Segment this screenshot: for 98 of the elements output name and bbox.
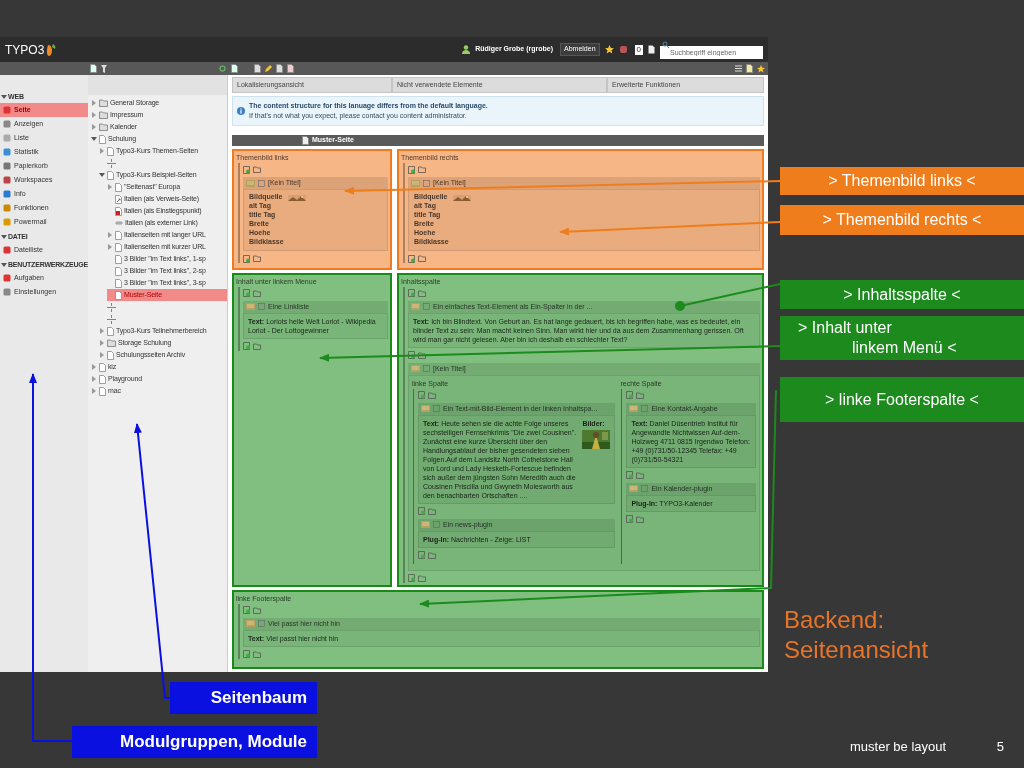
paste-icon[interactable] bbox=[418, 289, 426, 297]
paste-icon[interactable] bbox=[428, 391, 436, 399]
paste-icon[interactable] bbox=[418, 166, 426, 173]
page-icon bbox=[302, 136, 309, 145]
new-content-icon[interactable] bbox=[418, 551, 426, 560]
new-content-icon[interactable] bbox=[408, 289, 416, 298]
mountpoint-page-icon bbox=[115, 206, 122, 216]
document-icon[interactable] bbox=[648, 45, 655, 54]
visibility-icon bbox=[423, 303, 430, 311]
paste-icon[interactable] bbox=[636, 515, 645, 523]
slide-title: Backend: bbox=[783, 605, 886, 635]
document-icon bbox=[254, 64, 261, 73]
paste-icon[interactable] bbox=[253, 606, 261, 614]
new-content-icon[interactable] bbox=[243, 289, 251, 298]
callout-text: > Inhalt unter bbox=[797, 318, 893, 338]
element-type-icon bbox=[411, 179, 420, 187]
element-type-icon bbox=[411, 365, 420, 373]
new-content-icon[interactable] bbox=[243, 254, 251, 263]
visibility-icon bbox=[433, 405, 440, 413]
page-number: 5 bbox=[996, 737, 1004, 756]
user-icon bbox=[462, 45, 471, 54]
element-type-icon bbox=[246, 179, 255, 187]
paste-icon[interactable] bbox=[253, 166, 261, 173]
visibility-icon bbox=[433, 521, 440, 529]
element-type-icon bbox=[246, 620, 255, 628]
expand-icon[interactable] bbox=[1, 94, 7, 100]
callout-text: > Inhaltsspalte < bbox=[842, 284, 962, 305]
star-icon[interactable] bbox=[604, 45, 614, 54]
copy-icon bbox=[276, 64, 283, 73]
expand-icon[interactable] bbox=[91, 136, 97, 142]
star-icon[interactable] bbox=[757, 64, 765, 73]
new-content-icon[interactable] bbox=[408, 254, 416, 263]
info-icon bbox=[237, 107, 245, 115]
logo-text: TYPO3 bbox=[5, 41, 45, 59]
filter-icon[interactable] bbox=[101, 64, 107, 73]
paste-icon[interactable] bbox=[418, 351, 426, 359]
expand-icon[interactable] bbox=[1, 234, 7, 240]
visibility-icon bbox=[641, 485, 649, 493]
callout-text: > Themenbild rechts < bbox=[821, 210, 983, 230]
view-page-icon bbox=[231, 64, 238, 73]
new-content-icon[interactable] bbox=[243, 165, 251, 174]
shortcut-page-icon bbox=[115, 194, 122, 204]
element-type-icon bbox=[246, 303, 255, 311]
paste-icon[interactable] bbox=[253, 342, 261, 350]
link-icon bbox=[115, 220, 123, 226]
paste-icon[interactable] bbox=[636, 391, 645, 399]
search-icon bbox=[662, 40, 669, 48]
visibility-icon bbox=[258, 303, 265, 311]
new-content-icon[interactable] bbox=[408, 165, 416, 174]
callout-text: > linke Footerspalte < bbox=[824, 389, 980, 410]
new-content-icon[interactable] bbox=[243, 606, 251, 615]
callout-text: linkem Menü < bbox=[851, 338, 958, 358]
visibility-icon bbox=[258, 179, 265, 187]
element-type-icon bbox=[411, 303, 420, 311]
element-type-icon bbox=[629, 485, 639, 493]
refresh-icon[interactable] bbox=[219, 65, 226, 72]
element-type-icon bbox=[421, 405, 430, 413]
new-content-icon[interactable] bbox=[243, 342, 251, 351]
visibility-icon bbox=[641, 405, 649, 413]
paste-icon[interactable] bbox=[636, 471, 645, 479]
document-icon bbox=[746, 64, 753, 73]
new-content-icon[interactable] bbox=[626, 515, 635, 524]
paste-icon[interactable] bbox=[418, 255, 426, 262]
visibility-icon bbox=[423, 365, 430, 373]
new-content-icon[interactable] bbox=[408, 351, 416, 360]
new-page-icon bbox=[90, 64, 97, 73]
callout-label: Modulgruppen, Module bbox=[72, 726, 317, 758]
callout-label: Seitenbaum bbox=[170, 682, 317, 714]
page-icon bbox=[107, 326, 114, 336]
folder-icon bbox=[107, 339, 116, 347]
history-icon bbox=[287, 64, 294, 73]
module-icon bbox=[3, 246, 11, 254]
new-content-icon[interactable] bbox=[408, 574, 416, 583]
footer-text: muster be layout bbox=[850, 737, 947, 756]
expand-icon[interactable] bbox=[1, 262, 7, 268]
logo-icon bbox=[46, 43, 57, 56]
element-type-icon bbox=[421, 521, 430, 529]
paste-icon[interactable] bbox=[253, 255, 261, 262]
slide-title: Seitenansicht bbox=[783, 635, 930, 665]
element-type-icon bbox=[629, 405, 639, 413]
cache-icon[interactable] bbox=[618, 45, 628, 54]
paste-icon[interactable] bbox=[253, 289, 261, 297]
new-content-icon[interactable] bbox=[626, 471, 635, 480]
paste-icon[interactable] bbox=[428, 507, 436, 515]
callout-text: > Themenbild links < bbox=[827, 171, 977, 191]
new-content-icon[interactable] bbox=[243, 650, 251, 659]
visibility-icon bbox=[423, 179, 430, 187]
new-content-icon[interactable] bbox=[626, 391, 635, 400]
new-content-icon[interactable] bbox=[418, 391, 426, 400]
expand-icon[interactable] bbox=[99, 172, 105, 178]
paste-icon[interactable] bbox=[253, 650, 261, 658]
visibility-icon bbox=[258, 620, 265, 628]
new-content-icon[interactable] bbox=[418, 507, 426, 516]
paste-icon[interactable] bbox=[428, 551, 436, 559]
pencil-icon[interactable] bbox=[265, 65, 272, 72]
list-icon[interactable] bbox=[735, 65, 742, 72]
count-badge: 0 bbox=[634, 44, 643, 55]
paste-icon[interactable] bbox=[418, 574, 426, 582]
